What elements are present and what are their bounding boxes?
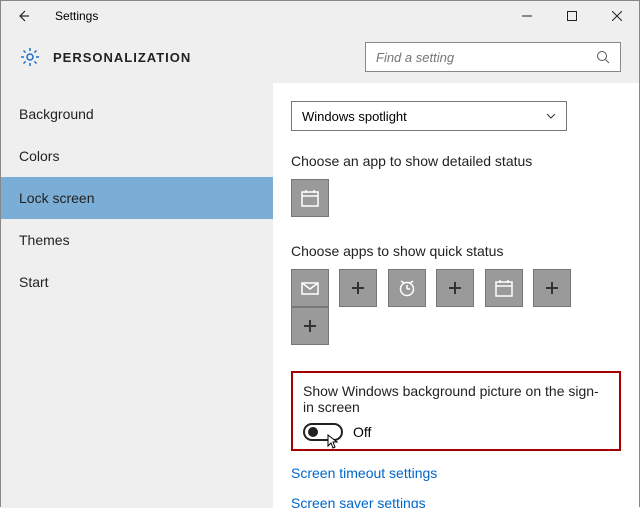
- sidebar-item-start[interactable]: Start: [1, 261, 273, 303]
- main-panel: Windows spotlight Choose an app to show …: [273, 83, 639, 508]
- sidebar-item-themes[interactable]: Themes: [1, 219, 273, 261]
- window-controls: [504, 1, 639, 31]
- sidebar: Background Colors Lock screen Themes Sta…: [1, 83, 273, 508]
- minimize-icon: [522, 11, 532, 21]
- sidebar-item-label: Lock screen: [19, 190, 94, 206]
- chevron-down-icon: [546, 113, 556, 119]
- alarm-icon: [397, 278, 417, 298]
- quick-status-app-alarm[interactable]: [388, 269, 426, 307]
- sidebar-item-label: Themes: [19, 232, 70, 248]
- search-box[interactable]: [365, 42, 621, 72]
- toggle-knob: [308, 427, 318, 437]
- dropdown-value: Windows spotlight: [302, 109, 407, 124]
- sidebar-item-label: Start: [19, 274, 49, 290]
- calendar-icon: [494, 278, 514, 298]
- screen-saver-link[interactable]: Screen saver settings: [291, 495, 621, 508]
- signin-picture-section: Show Windows background picture on the s…: [291, 371, 621, 451]
- quick-status-app-calendar[interactable]: [485, 269, 523, 307]
- sidebar-item-colors[interactable]: Colors: [1, 135, 273, 177]
- search-icon: [596, 50, 610, 64]
- quick-status-app-mail[interactable]: [291, 269, 329, 307]
- header: PERSONALIZATION: [1, 31, 639, 83]
- signin-picture-toggle-row: Off: [303, 423, 609, 441]
- page-title: PERSONALIZATION: [53, 50, 365, 65]
- sidebar-item-lock-screen[interactable]: Lock screen: [1, 177, 273, 219]
- toggle-state-text: Off: [353, 424, 371, 440]
- back-button[interactable]: [9, 2, 37, 30]
- plus-icon: [348, 278, 368, 298]
- close-icon: [612, 11, 622, 21]
- content: Background Colors Lock screen Themes Sta…: [1, 83, 639, 508]
- gear-icon: [19, 46, 41, 68]
- signin-picture-label: Show Windows background picture on the s…: [303, 383, 609, 415]
- quick-status-app-add[interactable]: [533, 269, 571, 307]
- close-button[interactable]: [594, 1, 639, 31]
- quick-status-row: [291, 269, 621, 345]
- plus-icon: [542, 278, 562, 298]
- quick-status-app-add[interactable]: [291, 307, 329, 345]
- maximize-icon: [567, 11, 577, 21]
- titlebar: Settings: [1, 1, 639, 31]
- search-input[interactable]: [376, 50, 596, 65]
- maximize-button[interactable]: [549, 1, 594, 31]
- app-title: Settings: [55, 9, 504, 23]
- signin-picture-toggle[interactable]: [303, 423, 343, 441]
- back-arrow-icon: [16, 9, 30, 23]
- plus-icon: [300, 316, 320, 336]
- quick-status-label: Choose apps to show quick status: [291, 243, 621, 259]
- minimize-button[interactable]: [504, 1, 549, 31]
- detailed-status-label: Choose an app to show detailed status: [291, 153, 621, 169]
- sidebar-item-background[interactable]: Background: [1, 93, 273, 135]
- quick-status-app-add[interactable]: [436, 269, 474, 307]
- mail-icon: [300, 278, 320, 298]
- detailed-status-row: [291, 179, 621, 217]
- sidebar-item-label: Colors: [19, 148, 59, 164]
- background-dropdown[interactable]: Windows spotlight: [291, 101, 567, 131]
- sidebar-item-label: Background: [19, 106, 94, 122]
- quick-status-app-add[interactable]: [339, 269, 377, 307]
- screen-timeout-link[interactable]: Screen timeout settings: [291, 465, 621, 481]
- detailed-status-app[interactable]: [291, 179, 329, 217]
- calendar-icon: [300, 188, 320, 208]
- plus-icon: [445, 278, 465, 298]
